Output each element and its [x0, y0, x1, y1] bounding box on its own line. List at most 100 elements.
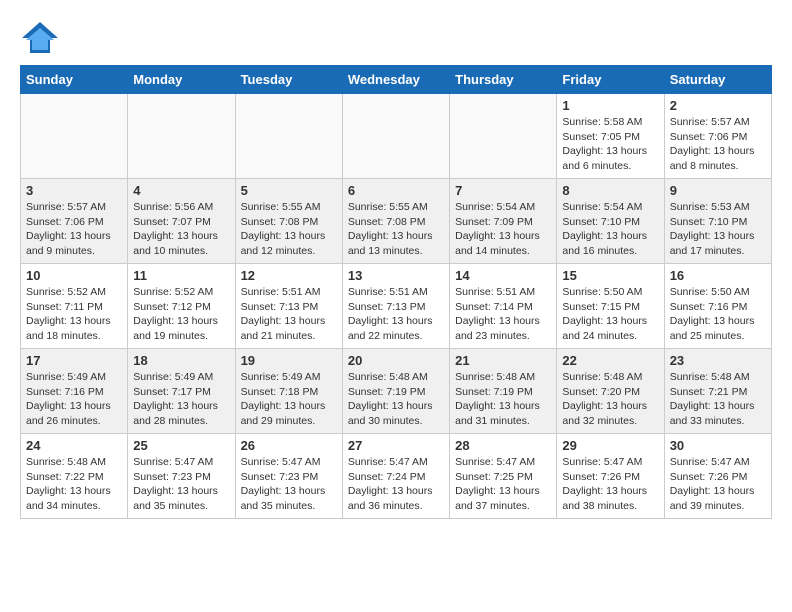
day-info: Sunrise: 5:50 AM Sunset: 7:15 PM Dayligh… [562, 285, 658, 344]
day-cell: 17Sunrise: 5:49 AM Sunset: 7:16 PM Dayli… [21, 349, 128, 434]
day-info: Sunrise: 5:57 AM Sunset: 7:06 PM Dayligh… [26, 200, 122, 259]
day-cell: 26 Sunrise: 5:47 AM Sunset: 7:23 PM Dayli… [235, 434, 342, 519]
day-cell: 5Sunrise: 5:55 AM Sunset: 7:08 PM Daylig… [235, 179, 342, 264]
day-info: Sunrise: 5:51 AM Sunset: 7:13 PM Dayligh… [241, 285, 337, 344]
logo [20, 20, 65, 55]
day-cell: 16 Sunrise: 5:50 AM Sunset: 7:16 PM Dayli… [664, 264, 771, 349]
day-info: Sunrise: 5:48 AM Sunset: 7:19 PM Dayligh… [348, 370, 444, 429]
day-cell: 13 Sunrise: 5:51 AM Sunset: 7:13 PM Dayli… [342, 264, 449, 349]
day-number: 23 [670, 353, 766, 368]
calendar-table: SundayMondayTuesdayWednesdayThursdayFrid… [20, 65, 772, 519]
day-info: Sunrise: 5:47 AM Sunset: 7:25 PM Dayligh… [455, 455, 551, 514]
day-info: Sunrise: 5:57 AM Sunset: 7:06 PM Dayligh… [670, 115, 766, 174]
day-cell: 21 Sunrise: 5:48 AM Sunset: 7:19 PM Dayli… [450, 349, 557, 434]
day-info: Sunrise: 5:47 AM Sunset: 7:24 PM Dayligh… [348, 455, 444, 514]
day-info: Sunrise: 5:51 AM Sunset: 7:13 PM Dayligh… [348, 285, 444, 344]
day-number: 7 [455, 183, 551, 198]
day-number: 8 [562, 183, 658, 198]
page-header [20, 20, 772, 55]
day-cell: 24Sunrise: 5:48 AM Sunset: 7:22 PM Dayli… [21, 434, 128, 519]
day-info: Sunrise: 5:49 AM Sunset: 7:16 PM Dayligh… [26, 370, 122, 429]
day-number: 25 [133, 438, 229, 453]
day-info: Sunrise: 5:48 AM Sunset: 7:21 PM Dayligh… [670, 370, 766, 429]
day-cell [21, 94, 128, 179]
day-number: 1 [562, 98, 658, 113]
day-cell: 9Sunrise: 5:53 AM Sunset: 7:10 PM Daylig… [664, 179, 771, 264]
day-number: 3 [26, 183, 122, 198]
day-cell: 8 Sunrise: 5:54 AM Sunset: 7:10 PM Daylig… [557, 179, 664, 264]
day-cell: 29 Sunrise: 5:47 AM Sunset: 7:26 PM Dayli… [557, 434, 664, 519]
day-cell: 19Sunrise: 5:49 AM Sunset: 7:18 PM Dayli… [235, 349, 342, 434]
day-cell: 7 Sunrise: 5:54 AM Sunset: 7:09 PM Daylig… [450, 179, 557, 264]
day-number: 30 [670, 438, 766, 453]
week-row-1: 1Sunrise: 5:58 AM Sunset: 7:05 PM Daylig… [21, 94, 772, 179]
day-cell: 25 Sunrise: 5:47 AM Sunset: 7:23 PM Dayli… [128, 434, 235, 519]
day-info: Sunrise: 5:56 AM Sunset: 7:07 PM Dayligh… [133, 200, 229, 259]
weekday-wednesday: Wednesday [342, 66, 449, 94]
day-cell: 15Sunrise: 5:50 AM Sunset: 7:15 PM Dayli… [557, 264, 664, 349]
day-number: 20 [348, 353, 444, 368]
day-cell: 10 Sunrise: 5:52 AM Sunset: 7:11 PM Dayli… [21, 264, 128, 349]
day-number: 28 [455, 438, 551, 453]
day-info: Sunrise: 5:54 AM Sunset: 7:09 PM Dayligh… [455, 200, 551, 259]
day-info: Sunrise: 5:47 AM Sunset: 7:26 PM Dayligh… [562, 455, 658, 514]
day-info: Sunrise: 5:47 AM Sunset: 7:26 PM Dayligh… [670, 455, 766, 514]
day-info: Sunrise: 5:55 AM Sunset: 7:08 PM Dayligh… [348, 200, 444, 259]
weekday-friday: Friday [557, 66, 664, 94]
day-cell: 4Sunrise: 5:56 AM Sunset: 7:07 PM Daylig… [128, 179, 235, 264]
day-cell: 28 Sunrise: 5:47 AM Sunset: 7:25 PM Dayli… [450, 434, 557, 519]
day-cell [128, 94, 235, 179]
day-info: Sunrise: 5:48 AM Sunset: 7:19 PM Dayligh… [455, 370, 551, 429]
day-number: 6 [348, 183, 444, 198]
day-cell: 1Sunrise: 5:58 AM Sunset: 7:05 PM Daylig… [557, 94, 664, 179]
day-cell: 12 Sunrise: 5:51 AM Sunset: 7:13 PM Dayli… [235, 264, 342, 349]
day-cell: 27 Sunrise: 5:47 AM Sunset: 7:24 PM Dayli… [342, 434, 449, 519]
weekday-tuesday: Tuesday [235, 66, 342, 94]
day-number: 24 [26, 438, 122, 453]
day-info: Sunrise: 5:47 AM Sunset: 7:23 PM Dayligh… [133, 455, 229, 514]
day-info: Sunrise: 5:50 AM Sunset: 7:16 PM Dayligh… [670, 285, 766, 344]
day-cell: 23 Sunrise: 5:48 AM Sunset: 7:21 PM Dayli… [664, 349, 771, 434]
day-info: Sunrise: 5:52 AM Sunset: 7:11 PM Dayligh… [26, 285, 122, 344]
weekday-monday: Monday [128, 66, 235, 94]
week-row-5: 24Sunrise: 5:48 AM Sunset: 7:22 PM Dayli… [21, 434, 772, 519]
weekday-saturday: Saturday [664, 66, 771, 94]
day-cell: 6 Sunrise: 5:55 AM Sunset: 7:08 PM Daylig… [342, 179, 449, 264]
day-info: Sunrise: 5:51 AM Sunset: 7:14 PM Dayligh… [455, 285, 551, 344]
day-info: Sunrise: 5:47 AM Sunset: 7:23 PM Dayligh… [241, 455, 337, 514]
day-number: 22 [562, 353, 658, 368]
day-number: 16 [670, 268, 766, 283]
day-number: 10 [26, 268, 122, 283]
day-number: 2 [670, 98, 766, 113]
day-number: 29 [562, 438, 658, 453]
day-number: 27 [348, 438, 444, 453]
day-info: Sunrise: 5:49 AM Sunset: 7:17 PM Dayligh… [133, 370, 229, 429]
day-info: Sunrise: 5:55 AM Sunset: 7:08 PM Dayligh… [241, 200, 337, 259]
day-number: 12 [241, 268, 337, 283]
day-cell [450, 94, 557, 179]
day-info: Sunrise: 5:49 AM Sunset: 7:18 PM Dayligh… [241, 370, 337, 429]
week-row-4: 17Sunrise: 5:49 AM Sunset: 7:16 PM Dayli… [21, 349, 772, 434]
day-info: Sunrise: 5:52 AM Sunset: 7:12 PM Dayligh… [133, 285, 229, 344]
day-cell: 14 Sunrise: 5:51 AM Sunset: 7:14 PM Dayli… [450, 264, 557, 349]
day-number: 11 [133, 268, 229, 283]
logo-icon [20, 20, 60, 55]
day-cell [342, 94, 449, 179]
day-cell: 3 Sunrise: 5:57 AM Sunset: 7:06 PM Daylig… [21, 179, 128, 264]
weekday-thursday: Thursday [450, 66, 557, 94]
day-number: 18 [133, 353, 229, 368]
week-row-3: 10 Sunrise: 5:52 AM Sunset: 7:11 PM Dayli… [21, 264, 772, 349]
day-number: 21 [455, 353, 551, 368]
day-info: Sunrise: 5:53 AM Sunset: 7:10 PM Dayligh… [670, 200, 766, 259]
day-number: 14 [455, 268, 551, 283]
day-cell: 11 Sunrise: 5:52 AM Sunset: 7:12 PM Dayli… [128, 264, 235, 349]
day-number: 26 [241, 438, 337, 453]
day-info: Sunrise: 5:54 AM Sunset: 7:10 PM Dayligh… [562, 200, 658, 259]
day-number: 13 [348, 268, 444, 283]
calendar-header: SundayMondayTuesdayWednesdayThursdayFrid… [21, 66, 772, 94]
day-info: Sunrise: 5:48 AM Sunset: 7:20 PM Dayligh… [562, 370, 658, 429]
day-cell [235, 94, 342, 179]
day-cell: 30 Sunrise: 5:47 AM Sunset: 7:26 PM Dayli… [664, 434, 771, 519]
weekday-sunday: Sunday [21, 66, 128, 94]
day-cell: 2 Sunrise: 5:57 AM Sunset: 7:06 PM Daylig… [664, 94, 771, 179]
